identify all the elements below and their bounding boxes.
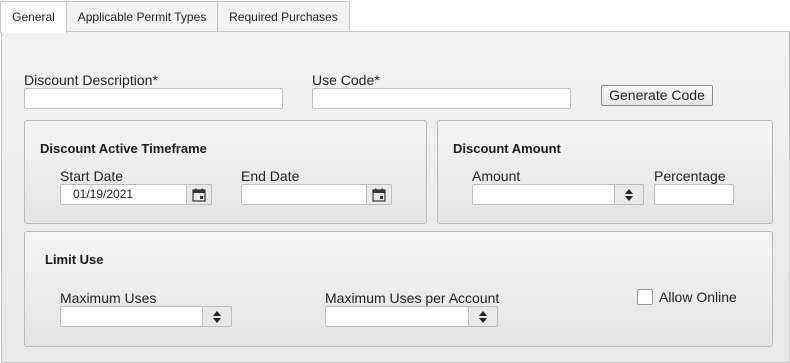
limit-use-title: Limit Use [45, 252, 104, 267]
calendar-icon [192, 188, 206, 202]
use-code-input[interactable] [312, 88, 571, 109]
percentage-label: Percentage [654, 168, 726, 184]
general-panel: Discount Description* Use Code* Generate… [1, 31, 790, 363]
amount-label: Amount [472, 168, 521, 184]
calendar-icon [372, 188, 386, 202]
tab-required-purchases[interactable]: Required Purchases [217, 1, 350, 32]
discount-amount-title: Discount Amount [453, 141, 561, 156]
start-date-input[interactable]: 01/19/2021 [60, 184, 212, 205]
tab-bar: General Applicable Permit Types Required… [0, 0, 790, 33]
maximum-uses-per-account-input[interactable] [325, 306, 498, 327]
discount-active-timeframe-group: Discount Active Timeframe Start Date 01/… [24, 120, 427, 224]
end-date-input[interactable] [241, 184, 392, 205]
spinner-icon [213, 310, 221, 323]
spinner-icon [625, 188, 633, 201]
maximum-uses-per-account-label: Maximum Uses per Account [325, 290, 500, 306]
start-date-calendar-button[interactable] [186, 184, 212, 205]
end-date-label: End Date [241, 168, 300, 184]
percentage-input[interactable] [654, 184, 734, 205]
use-code-label: Use Code* [312, 72, 380, 88]
maximum-uses-spinner-button[interactable] [202, 306, 232, 327]
end-date-calendar-button[interactable] [366, 184, 392, 205]
generate-code-button[interactable]: Generate Code [601, 85, 713, 106]
tab-required-purchases-label: Required Purchases [229, 10, 338, 24]
tab-general-label: General [12, 10, 55, 24]
start-date-label: Start Date [60, 168, 124, 184]
maximum-uses-per-account-spinner-button[interactable] [468, 306, 498, 327]
tab-general[interactable]: General [0, 1, 67, 33]
allow-online-label: Allow Online [659, 289, 737, 305]
start-date-value: 01/19/2021 [73, 187, 134, 201]
discount-amount-group: Discount Amount Amount Percentage [437, 120, 773, 224]
maximum-uses-input[interactable] [60, 306, 232, 327]
discount-description-input[interactable] [24, 88, 283, 109]
discount-description-label: Discount Description* [24, 72, 158, 88]
discount-active-timeframe-title: Discount Active Timeframe [40, 141, 207, 156]
tab-applicable-permit-types[interactable]: Applicable Permit Types [66, 1, 218, 32]
tab-applicable-permit-types-label: Applicable Permit Types [77, 10, 207, 24]
maximum-uses-label: Maximum Uses [60, 290, 157, 306]
generate-code-button-label: Generate Code [609, 87, 705, 103]
allow-online-checkbox[interactable] [637, 289, 653, 305]
amount-input[interactable] [472, 184, 644, 205]
amount-spinner-button[interactable] [614, 184, 644, 205]
spinner-icon [479, 310, 487, 323]
limit-use-group: Limit Use Maximum Uses Maximum Uses per … [24, 231, 773, 347]
